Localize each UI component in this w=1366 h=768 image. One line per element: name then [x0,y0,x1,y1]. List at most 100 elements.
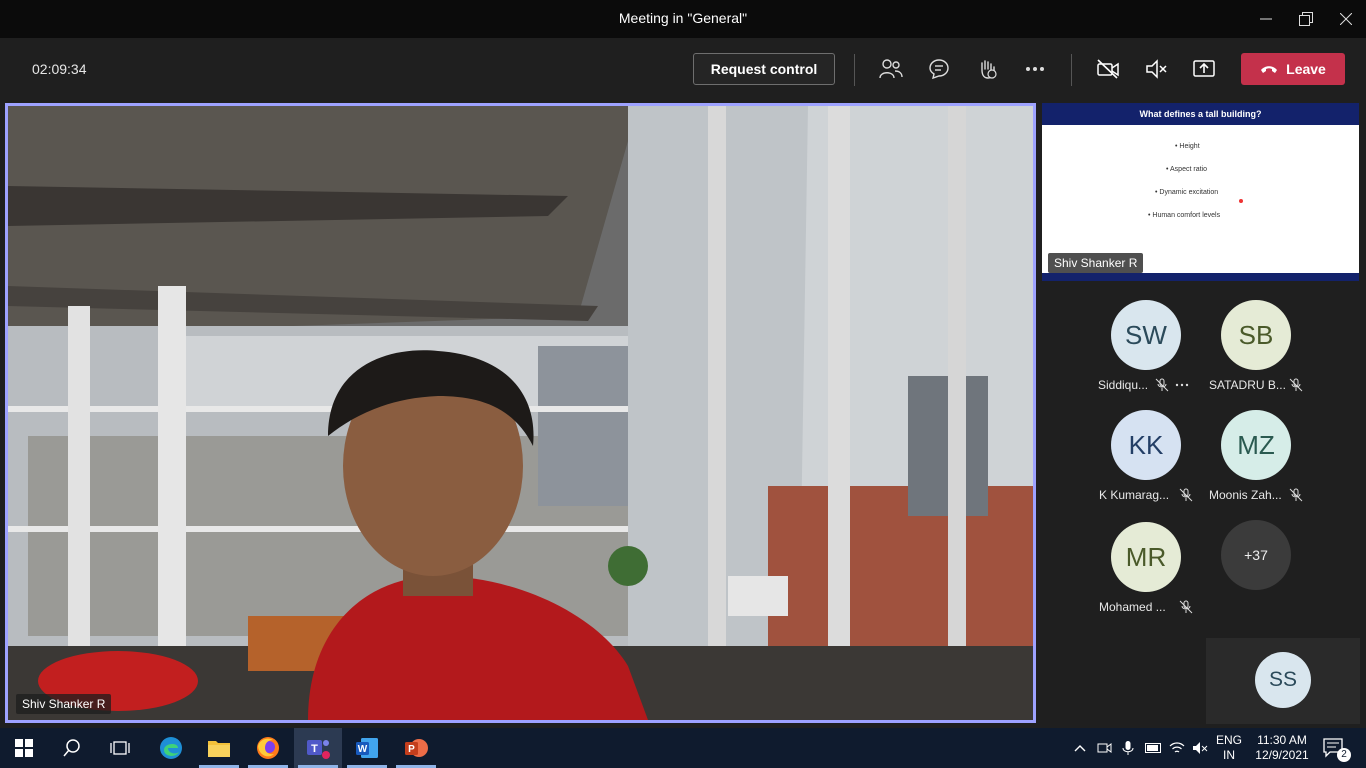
clock-date: 12/9/2021 [1255,748,1309,762]
svg-text:T: T [311,743,318,755]
laptop [728,576,788,616]
svg-text:W: W [358,744,368,755]
mic-off-icon [1179,600,1193,614]
leave-button[interactable]: Leave [1241,53,1345,85]
action-center-button[interactable]: 2 [1314,728,1354,768]
powerpoint-icon: P [405,739,428,757]
participant-avatar[interactable]: KK [1111,410,1181,480]
windows-taskbar: T W P ENG IN 11:30 AM 12/9/2021 2 [0,728,1366,768]
close-icon [1340,13,1352,25]
notification-count-badge: 2 [1337,748,1351,762]
meeting-toolbar: 02:09:34 Request control Leave [0,38,1366,100]
participants-button[interactable] [876,55,906,83]
leave-label: Leave [1286,61,1326,77]
overflow-participants-button[interactable]: +37 [1221,520,1291,590]
more-options-icon[interactable] [1175,378,1189,392]
toolbar-divider [1071,54,1072,86]
minimize-icon [1260,18,1272,20]
wifi-icon [1169,742,1185,753]
firefox-taskbar-button[interactable] [244,728,292,768]
participant-name: Siddiqu... [1098,378,1149,392]
minimize-button[interactable] [1246,0,1286,38]
slide-bullet: • Human comfort levels [1148,212,1221,219]
window-title: Meeting in "General" [618,10,748,26]
powerpoint-taskbar-button[interactable]: P [392,728,440,768]
window-frame [828,106,850,720]
self-view-tile[interactable]: SS [1206,638,1360,724]
windows-logo-icon [15,739,33,757]
word-taskbar-button[interactable]: W [343,728,391,768]
mute-toggle-button[interactable] [1141,55,1171,83]
participant-name: K Kumarag... [1099,488,1170,502]
participant-name: Mohamed ... [1099,600,1166,614]
search-button[interactable] [48,728,96,768]
chevron-up-icon [1074,745,1086,752]
share-screen-button[interactable] [1189,55,1219,83]
start-button[interactable] [0,728,48,768]
share-screen-icon [1193,60,1215,77]
title-bar: Meeting in "General" [0,0,1366,38]
mic-off-icon [1289,378,1303,392]
restore-button[interactable] [1286,0,1326,38]
restore-icon [1299,12,1313,26]
meeting-timer: 02:09:34 [32,61,87,77]
svg-text:P: P [408,744,415,755]
laser-pointer-dot [1239,199,1243,203]
speaker-name-label: Shiv Shanker R [16,694,112,714]
window-frame [708,106,726,720]
search-icon [63,739,80,757]
microphone-icon [1122,741,1134,755]
participant-name: SATADRU B... [1209,378,1286,392]
camera-toggle-button[interactable] [1093,55,1123,83]
mic-off-icon [1155,378,1169,392]
hang-up-icon [1261,66,1278,73]
task-view-button[interactable] [96,728,144,768]
folder-icon [208,741,230,757]
network-tray-icon[interactable] [1169,740,1185,756]
presenter-name-label: Shiv Shanker R [1048,253,1144,273]
battery-icon [1145,743,1161,753]
task-view-icon [110,741,130,755]
speaker-mute-icon [1146,59,1167,79]
battery-tray-icon[interactable] [1145,740,1161,756]
input-language-indicator[interactable]: ENG IN [1216,733,1242,763]
clock-time: 11:30 AM [1257,733,1307,747]
window-mullion [8,526,648,532]
teams-icon: T [307,740,330,759]
video-call-icon [1097,743,1112,753]
teams-taskbar-button[interactable]: T [294,728,342,768]
participant-avatar[interactable]: SB [1221,300,1291,370]
plant [608,546,648,586]
file-explorer-taskbar-button[interactable] [195,728,243,768]
show-hidden-icons-button[interactable] [1072,740,1088,756]
meet-now-tray-icon[interactable] [1097,740,1113,756]
self-avatar: SS [1255,652,1311,708]
brick-building [768,486,1033,666]
edge-taskbar-button[interactable] [147,728,195,768]
raise-hand-button[interactable] [972,55,1002,83]
microphone-tray-icon[interactable] [1120,740,1136,756]
slide-title: What defines a tall building? [1042,103,1359,125]
mic-off-icon [1179,488,1193,502]
camera-off-icon [1097,59,1119,79]
shared-content-tile[interactable]: What defines a tall building? • Height •… [1042,103,1359,281]
slide-bullet: • Height [1175,143,1200,150]
participant-avatar[interactable]: SW [1111,300,1181,370]
more-icon [1026,67,1044,71]
volume-tray-icon[interactable] [1192,740,1208,756]
chat-button[interactable] [924,55,954,83]
toolbar-divider [854,54,855,86]
close-button[interactable] [1326,0,1366,38]
volume-mute-icon [1193,742,1208,754]
main-video-tile[interactable]: Shiv Shanker R [5,103,1036,723]
people-icon [879,59,903,79]
word-icon: W [356,738,378,758]
chat-icon [929,59,949,80]
edge-icon [160,737,182,759]
more-actions-button[interactable] [1020,55,1050,83]
taskbar-clock[interactable]: 11:30 AM 12/9/2021 [1250,733,1314,763]
participant-avatar[interactable]: MZ [1221,410,1291,480]
participant-avatar[interactable]: MR [1111,522,1181,592]
speaker-video-image [8,106,1033,720]
request-control-button[interactable]: Request control [693,53,835,85]
